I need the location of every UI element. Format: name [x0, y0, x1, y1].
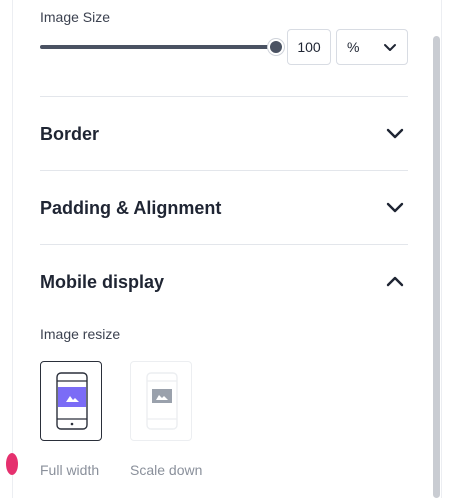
- unit-select[interactable]: %: [336, 29, 408, 65]
- image-size-input[interactable]: 100: [287, 29, 331, 65]
- divider: [40, 244, 408, 245]
- divider: [40, 170, 408, 171]
- phone-full-width-icon: [56, 372, 88, 430]
- image-resize-label: Image resize: [40, 326, 121, 342]
- slider-handle[interactable]: [270, 41, 282, 53]
- chevron-down-icon: [384, 44, 396, 51]
- full-width-option[interactable]: [40, 361, 102, 441]
- chevron-down-icon[interactable]: [385, 123, 405, 143]
- image-size-slider[interactable]: [40, 45, 276, 49]
- phone-scale-down-icon: [146, 372, 178, 430]
- chevron-up-icon[interactable]: [385, 272, 405, 292]
- scale-down-option[interactable]: [130, 361, 192, 441]
- scale-down-label: Scale down: [130, 462, 203, 478]
- unit-value: %: [347, 39, 360, 55]
- section-mobile-title[interactable]: Mobile display: [40, 272, 164, 293]
- section-padding-title[interactable]: Padding & Alignment: [40, 198, 221, 219]
- chevron-down-icon[interactable]: [385, 197, 405, 217]
- section-border-title[interactable]: Border: [40, 124, 99, 145]
- indicator-dot: [6, 453, 18, 475]
- scrollbar[interactable]: [433, 36, 440, 498]
- full-width-label: Full width: [40, 462, 100, 478]
- divider: [40, 96, 408, 97]
- image-size-label: Image Size: [40, 9, 111, 25]
